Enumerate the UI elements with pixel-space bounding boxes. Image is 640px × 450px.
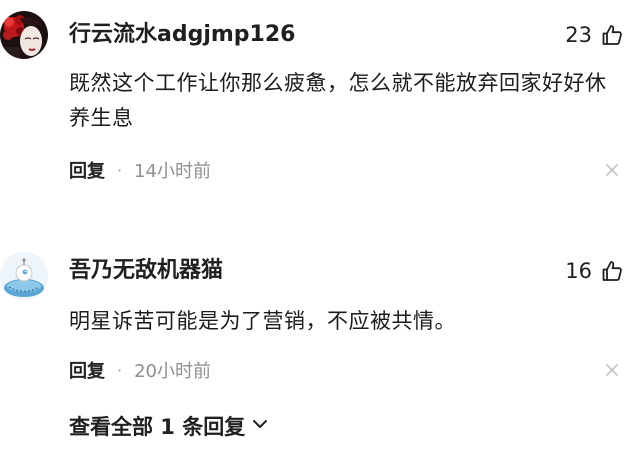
- comment-text: 既然这个工作让你那么疲惫，怎么就不能放弃回家好好休养生息: [69, 71, 607, 130]
- meta-separator: ·: [117, 360, 123, 380]
- comment-meta: 回复 · 14小时前: [69, 156, 211, 184]
- meta-separator: ·: [117, 160, 123, 180]
- chevron-down-icon: [251, 414, 269, 438]
- close-icon[interactable]: [604, 162, 620, 178]
- like-button[interactable]: 16: [565, 256, 624, 286]
- like-count: 16: [565, 259, 592, 283]
- user-avatar[interactable]: [0, 252, 48, 300]
- comment-item: 行云流水adgjmp126 23 既然这个工作让你那么疲惫，怎么就不能放弃回家好…: [0, 0, 640, 210]
- view-all-replies-label: 查看全部 1 条回复: [69, 415, 246, 439]
- comment-username[interactable]: 行云流水adgjmp126: [69, 20, 295, 50]
- user-avatar[interactable]: [0, 11, 48, 59]
- comment-meta: 回复 · 20小时前: [69, 356, 211, 384]
- comment-timestamp: 20小时前: [134, 361, 211, 382]
- like-button[interactable]: 23: [565, 20, 624, 50]
- view-all-replies-button[interactable]: 查看全部 1 条回复: [69, 410, 269, 442]
- comment-timestamp: 14小时前: [134, 161, 211, 182]
- comment-username[interactable]: 吾乃无敌机器猫: [69, 256, 223, 286]
- red-floral-portrait-avatar-icon: [0, 11, 48, 59]
- like-count: 23: [565, 23, 592, 47]
- reply-button[interactable]: 回复: [69, 157, 105, 183]
- reply-button[interactable]: 回复: [69, 357, 105, 383]
- blue-robot-cat-avatar-icon: [0, 252, 48, 300]
- comment-item: 吾乃无敌机器猫 16 明星诉苦可能是为了营销，不应被共情。 回复 · 20小时前: [0, 210, 640, 400]
- thumbs-up-icon: [600, 23, 624, 47]
- close-icon[interactable]: [604, 362, 620, 378]
- thumbs-up-icon: [600, 259, 624, 283]
- comment-text: 明星诉苦可能是为了营销，不应被共情。: [69, 309, 456, 333]
